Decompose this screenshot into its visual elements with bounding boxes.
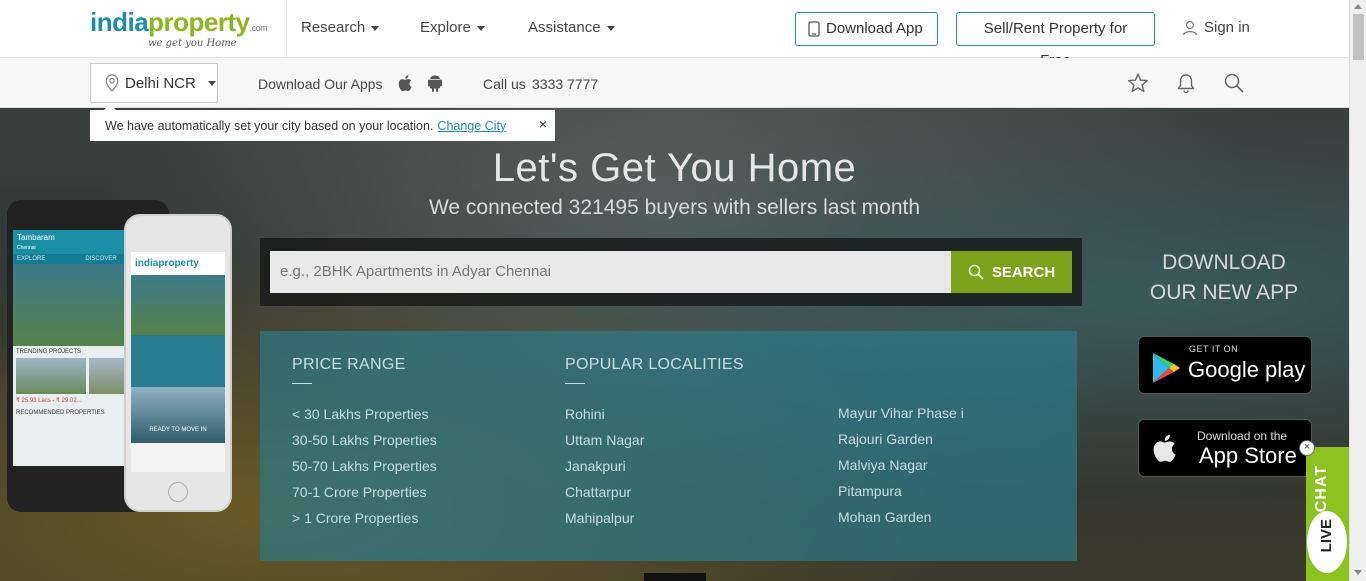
star-icon[interactable] [1127, 72, 1149, 94]
search-bar: SEARCH [260, 238, 1082, 306]
phone-mockup-iphone: indiaproperty READY TO MOVE IN [124, 214, 232, 512]
top-navbar: indiaproperty.com we get you Home Resear… [0, 0, 1349, 69]
phone-brand: indiaproperty [131, 252, 225, 275]
phone-image [131, 275, 225, 335]
locality-link[interactable]: Malviya Nagar [838, 457, 927, 473]
android-icon[interactable] [425, 73, 445, 93]
app-store-button[interactable]: Download on the App Store [1138, 419, 1312, 477]
nav-research[interactable]: Research [301, 19, 380, 36]
phone-location-sub: Chennai [17, 245, 36, 251]
price-link[interactable]: 50-70 Lakhs Properties [292, 458, 437, 474]
city-tooltip: We have automatically set your city base… [90, 104, 555, 141]
change-city-link[interactable]: Change City [437, 119, 506, 133]
download-apps-label: Download Our Apps [258, 76, 383, 92]
search-button-label: SEARCH [991, 263, 1056, 281]
search-icon [968, 264, 984, 280]
divider [292, 383, 312, 384]
nav-assistance[interactable]: Assistance [528, 19, 615, 36]
scroll-thumb[interactable] [1353, 14, 1364, 60]
nav-research-label: Research [301, 19, 366, 36]
apple-icon[interactable] [396, 73, 416, 93]
divider [565, 383, 585, 384]
home-button [168, 482, 188, 502]
search-icon[interactable] [1223, 72, 1245, 94]
google-play-big-text: Google play [1188, 357, 1306, 382]
bottom-tab[interactable] [644, 573, 706, 581]
close-icon[interactable]: × [1299, 440, 1315, 456]
phone-ready-label: READY TO MOVE IN [131, 387, 225, 443]
chevron-down-icon [371, 25, 380, 31]
price-link[interactable]: 30-50 Lakhs Properties [292, 432, 437, 448]
download-app-button[interactable]: Download App [795, 12, 938, 46]
chevron-down-icon [207, 80, 216, 86]
call-us-label: Call us [483, 76, 526, 92]
user-icon [1182, 20, 1198, 35]
phone-number[interactable]: 3333 7777 [532, 76, 598, 92]
logo-suffix: .com [249, 23, 268, 33]
locality-link[interactable]: Uttam Nagar [565, 432, 644, 448]
hero-title: Let's Get You Home [492, 146, 857, 190]
download-app-label: Download App [826, 20, 923, 37]
phone-screen: indiaproperty READY TO MOVE IN [131, 252, 225, 472]
phone-thumb [16, 358, 86, 394]
locality-link[interactable]: Pitampura [838, 483, 902, 499]
locality-link[interactable]: Janakpuri [565, 458, 626, 474]
download-app-subheading: OUR NEW APP [1149, 281, 1299, 304]
google-play-icon [1153, 353, 1180, 383]
quick-links-panel: PRICE RANGE < 30 Lakhs Properties 30-50 … [260, 331, 1077, 561]
phone-location-label: Tambaram [17, 233, 55, 242]
scroll-up-icon[interactable] [1354, 4, 1362, 9]
apple-icon [1153, 434, 1176, 462]
scrollbar[interactable] [1349, 0, 1366, 581]
chevron-down-icon [606, 25, 615, 31]
live-chat-widget[interactable]: × CHAT LIVE [1299, 440, 1349, 581]
google-play-button[interactable]: GET IT ON Google play [1138, 336, 1312, 394]
nav-explore-label: Explore [420, 19, 471, 36]
sell-rent-button[interactable]: Sell/Rent Property for Free [956, 12, 1155, 69]
locality-link[interactable]: Mayur Vihar Phase i [838, 405, 964, 421]
search-button[interactable]: SEARCH [951, 251, 1072, 293]
sign-in-label: Sign in [1204, 19, 1250, 36]
sign-in-link[interactable]: Sign in [1182, 19, 1250, 36]
locality-link[interactable]: Mohan Garden [838, 509, 931, 525]
close-icon[interactable]: × [539, 116, 547, 132]
mobile-phone-icon [808, 21, 820, 37]
nav-divider [286, 0, 287, 58]
price-range-heading: PRICE RANGE [292, 356, 406, 373]
phone-image [131, 335, 225, 387]
search-input[interactable] [270, 251, 951, 293]
phone-tab: EXPLORE [17, 256, 46, 262]
logo-part1: india [90, 7, 149, 37]
scroll-down-icon[interactable] [1354, 570, 1362, 575]
sub-navbar: Delhi NCR Download Our Apps Call us 3333… [0, 58, 1349, 108]
app-store-small-text: Download on the [1197, 429, 1288, 443]
phone-tab: DISCOVER [85, 256, 117, 262]
chevron-down-icon [476, 25, 485, 31]
logo-part2: property [148, 7, 250, 37]
phone-thumb [89, 358, 129, 394]
price-link[interactable]: 70-1 Crore Properties [292, 484, 427, 500]
live-chat-live-label: LIVE [1318, 519, 1335, 553]
city-selector-label: Delhi NCR [125, 74, 196, 92]
logo[interactable]: indiaproperty.com we get you Home [90, 8, 270, 50]
live-chat-bubble: LIVE [1307, 511, 1347, 573]
locality-link[interactable]: Rajouri Garden [838, 431, 933, 447]
location-pin-icon [105, 74, 119, 92]
bell-icon[interactable] [1175, 72, 1197, 94]
hero-banner: Let's Get You Home We connected 321495 b… [0, 108, 1349, 581]
price-link[interactable]: > 1 Crore Properties [292, 510, 418, 526]
app-store-big-text: App Store [1199, 443, 1297, 468]
price-link[interactable]: < 30 Lakhs Properties [292, 406, 429, 422]
popular-localities-heading: POPULAR LOCALITIES [565, 356, 744, 373]
locality-link[interactable]: Chattarpur [565, 484, 631, 500]
locality-link[interactable]: Mahipalpur [565, 510, 634, 526]
download-app-heading: DOWNLOAD [1162, 251, 1286, 274]
nav-assistance-label: Assistance [528, 19, 601, 36]
google-play-small-text: GET IT ON [1189, 344, 1239, 354]
tooltip-message: We have automatically set your city base… [105, 118, 434, 133]
nav-explore[interactable]: Explore [420, 19, 485, 36]
locality-link[interactable]: Rohini [565, 406, 605, 422]
live-chat-label: CHAT [1313, 465, 1330, 513]
city-selector[interactable]: Delhi NCR [90, 63, 218, 103]
